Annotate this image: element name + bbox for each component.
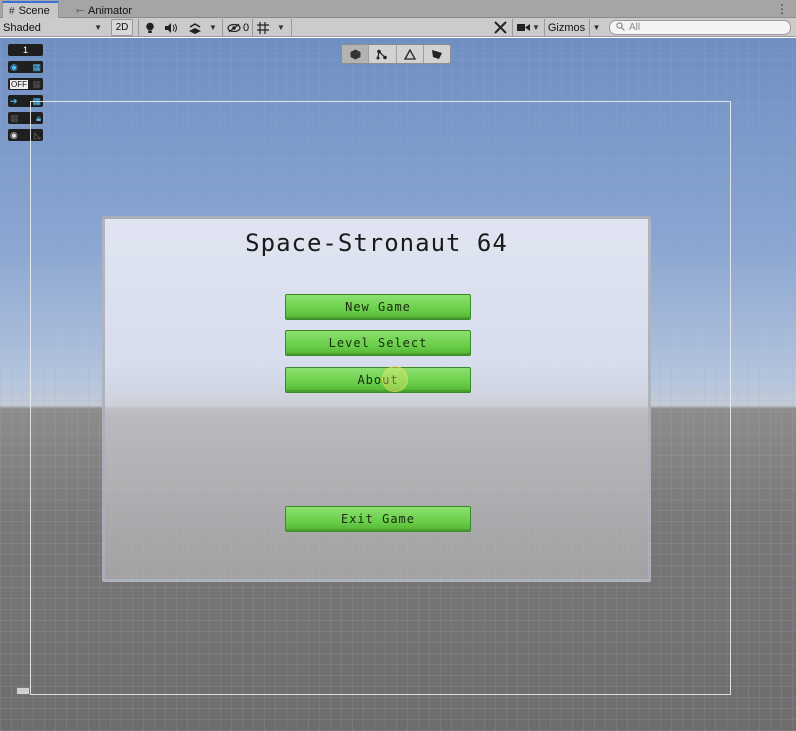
effects-dropdown[interactable]: ▼ <box>206 19 220 36</box>
search-placeholder: All <box>629 22 641 33</box>
more-options-icon[interactable]: ⋮ <box>776 2 788 16</box>
eye-icon: ◉ <box>10 129 18 140</box>
tools-icon[interactable] <box>491 19 509 36</box>
chevron-down-icon: ▼ <box>532 23 540 32</box>
hierarchy-search-input[interactable]: All <box>609 20 791 35</box>
audio-icon[interactable] <box>163 19 181 36</box>
scene-viewport[interactable]: 1 ◉ ▦ OFF ▦ ➔ ▦ ▦ 🔒︎ ◉ ◺ Space-Stronaut … <box>0 38 796 731</box>
cursor-highlight <box>382 366 408 392</box>
shading-mode-label: Shaded <box>3 21 41 34</box>
grid-layer-icon: ▦ <box>32 61 41 72</box>
chevron-down-icon: ▼ <box>209 23 217 32</box>
grid-snap-icon[interactable] <box>255 19 271 36</box>
tab-scene-label: Scene <box>18 5 50 17</box>
editor-tab-bar: # Scene ⤚ Animator ⋮ <box>0 0 796 18</box>
view-tool-strip <box>341 44 451 64</box>
off-toggle[interactable]: OFF ▦ <box>8 78 43 90</box>
main-menu-panel[interactable]: Space-Stronaut 64 New Game Level Select … <box>102 216 651 582</box>
bone-icon[interactable] <box>369 45 397 63</box>
chevron-down-icon: ▼ <box>592 23 601 32</box>
about-button[interactable]: About <box>285 367 471 393</box>
navmesh-icon[interactable] <box>424 45 450 63</box>
tab-animator-label: Animator <box>88 4 133 17</box>
animator-icon: ⤚ <box>76 5 84 16</box>
new-game-button[interactable]: New Game <box>285 294 471 320</box>
chevron-down-icon: ▼ <box>94 23 102 32</box>
shading-mode-dropdown[interactable]: Shaded ▼ <box>3 19 105 36</box>
tab-animator[interactable]: ⤚ Animator <box>70 2 140 18</box>
game-title: Space-Stronaut 64 <box>245 229 508 257</box>
hidden-count: 0 <box>242 21 250 34</box>
camera-dropdown[interactable]: ▼ <box>530 19 542 36</box>
tab-scene[interactable]: # Scene <box>2 1 59 18</box>
effects-icon[interactable] <box>186 19 204 36</box>
exit-game-button[interactable]: Exit Game <box>285 506 471 532</box>
grid-icon: # <box>9 5 15 17</box>
grid-layer-icon: ▦ <box>32 78 41 89</box>
arrow-right-icon: ➔ <box>10 95 18 106</box>
visibility-toggle[interactable]: ◉ ▦ <box>8 61 43 73</box>
gizmos-button[interactable]: Gizmos <box>544 19 588 36</box>
eye-icon: ◉ <box>10 61 18 72</box>
hidden-eye-icon <box>227 23 241 32</box>
2d-toggle-button[interactable]: 2D <box>111 19 133 36</box>
search-icon <box>616 21 625 34</box>
layer-number-badge[interactable]: 1 <box>8 44 43 56</box>
canvas-pivot-handle[interactable] <box>16 687 30 695</box>
off-label: OFF <box>10 79 28 89</box>
cube-icon[interactable] <box>342 45 370 63</box>
scene-toolbar: Shaded ▼ 2D ▼ 0 ▼ ▼ Gizmos ▼ All <box>0 18 796 37</box>
level-select-button[interactable]: Level Select <box>285 330 471 356</box>
layer-number: 1 <box>22 45 28 55</box>
hidden-objects-toggle[interactable]: 0 <box>225 19 251 36</box>
camera-icon[interactable] <box>515 19 531 36</box>
gizmos-dropdown[interactable]: ▼ <box>589 19 603 36</box>
lighting-icon[interactable] <box>142 19 158 36</box>
grid-layer-icon: ▦ <box>10 112 19 123</box>
grid-snap-dropdown[interactable]: ▼ <box>274 19 288 36</box>
chevron-down-icon: ▼ <box>277 23 285 32</box>
collider-edit-icon[interactable] <box>397 45 424 63</box>
